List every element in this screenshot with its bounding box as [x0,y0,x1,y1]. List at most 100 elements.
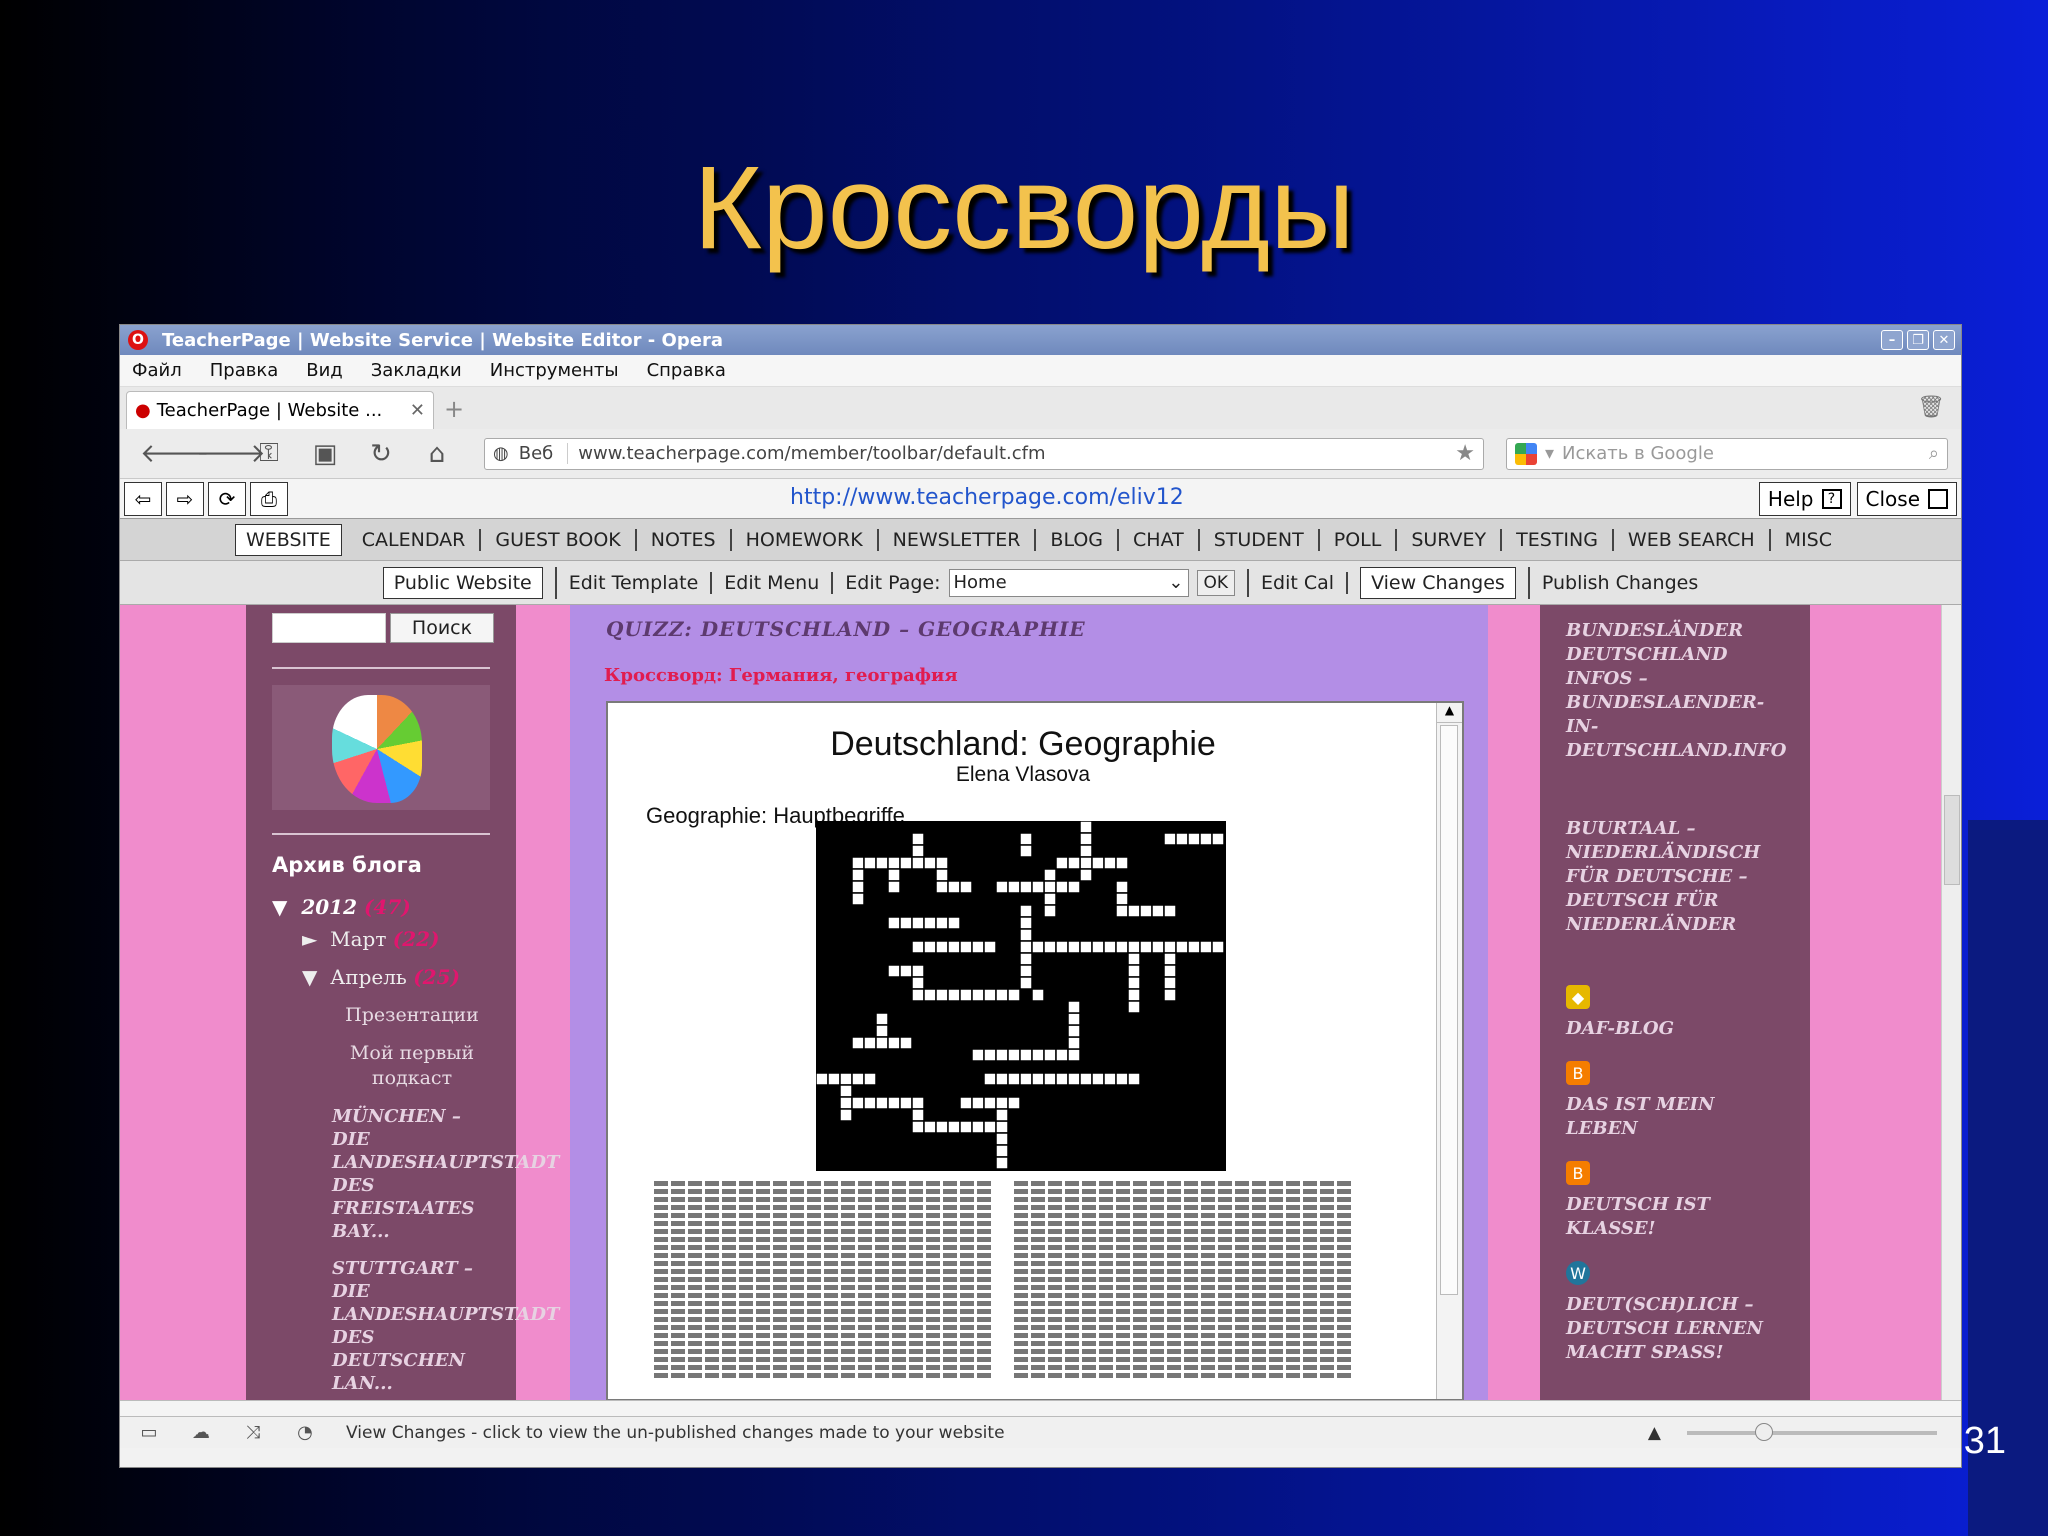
home-icon[interactable]: ⌂ [420,439,454,469]
collapse-icon[interactable]: ▼ [272,895,287,919]
nav-website[interactable]: WEBSITE [234,523,342,556]
ok-button[interactable]: OK [1196,569,1236,596]
maximize-button[interactable]: ❐ [1907,330,1929,350]
star-icon[interactable]: ★ [1455,441,1475,466]
post-link[interactable]: Мой первый подкаст [332,1041,492,1091]
nav-student[interactable]: STUDENT [1200,528,1320,551]
share-icon[interactable]: ⤨ [242,1422,264,1443]
nav-newsletter[interactable]: NEWSLETTER [879,528,1037,551]
blog-search-button[interactable]: Поиск [390,613,494,643]
nav-notes[interactable]: NOTES [637,528,732,551]
address-url[interactable]: www.teacherpage.com/member/toolbar/defau… [578,443,1045,464]
right-sidebar: BUNDESLÄNDER DEUTSCHLAND INFOS – BUNDESL… [1540,605,1810,1400]
new-tab-button[interactable]: + [444,395,464,423]
menu-help[interactable]: Справка [647,360,726,381]
post-title[interactable]: QUIZZ: DEUTSCHLAND – GEOGRAPHIE [606,617,1086,641]
post-link[interactable]: STUTTGART – DIE LANDESHAUPTSTADT DES DEU… [332,1257,559,1395]
page-scroll-thumb[interactable] [1944,795,1960,885]
zoom-control: ▲ [1648,1422,1961,1443]
back-icon[interactable]: 🡐 [140,438,210,469]
search-placeholder: Искать в Google [1562,443,1714,464]
edit-bar: Public Website Edit Template Edit Menu E… [120,561,1961,605]
edit-template-button[interactable]: Edit Template [557,571,713,594]
view-changes-button[interactable]: View Changes [1360,566,1516,599]
forward-icon[interactable]: 🡒 [196,438,266,469]
help-button[interactable]: Help ? [1758,482,1851,516]
tp-refresh-icon[interactable]: ⟳ [208,481,246,516]
tab-close-icon[interactable]: ✕ [410,400,425,421]
apple-icon: ● [135,400,151,421]
slide-title: Кроссворды [693,142,1355,274]
reload-icon[interactable]: ↻ [364,439,398,469]
close-button[interactable]: Close [1856,482,1957,516]
key-icon[interactable]: ⚿ [252,438,286,469]
nav-chat[interactable]: CHAT [1119,528,1200,551]
embedded-crossword-document[interactable]: Deutschland: Geographie Elena Vlasova Ge… [606,701,1464,1400]
blog-link[interactable]: BUNDESLÄNDER DEUTSCHLAND INFOS – BUNDESL… [1566,619,1786,763]
nav-survey[interactable]: SURVEY [1397,528,1503,551]
month-label: Апрель [330,965,407,989]
panel-icon[interactable]: ▭ [138,1422,160,1443]
doc-title: Deutschland: Geographie [830,725,1216,763]
search-field[interactable]: ▾ Искать в Google ⌕ [1506,437,1948,470]
edit-menu-button[interactable]: Edit Menu [712,571,834,594]
trash-icon[interactable]: 🗑 [1917,395,1945,420]
search-icon[interactable]: ⌕ [1929,443,1939,464]
page-scrollbar[interactable] [1941,605,1961,1400]
menu-file[interactable]: Файл [132,360,182,381]
post-link[interactable]: MÜNCHEN – DIE LANDESHAUPTSTADT DES FREIS… [332,1105,559,1243]
menu-tools[interactable]: Инструменты [490,360,619,381]
menu-bookmarks[interactable]: Закладки [371,360,462,381]
tab-teacherpage[interactable]: ● TeacherPage | Website ... ✕ [126,391,434,429]
zoom-slider-knob[interactable] [1755,1422,1773,1441]
doc-scroll-thumb[interactable] [1440,725,1458,1295]
month-count: (25) [413,965,460,989]
germany-map-image [272,685,490,810]
blog-link[interactable]: DEUTSCH IST KLASSE! [1566,1193,1766,1241]
nav-poll[interactable]: POLL [1320,528,1398,551]
expand-icon[interactable]: ► [302,927,317,951]
horizontal-scrollbar[interactable] [120,1400,1961,1416]
nav-homework[interactable]: HOMEWORK [732,528,879,551]
menu-edit[interactable]: Правка [210,360,279,381]
scroll-up-icon[interactable]: ▲ [1437,703,1462,723]
square-icon [1928,489,1948,509]
save-icon[interactable]: ▣ [308,439,342,469]
post-link[interactable]: Презентации [332,1003,492,1028]
edit-page-select[interactable]: Home ⌄ [948,568,1189,597]
edit-cal-button[interactable]: Edit Cal [1249,571,1349,594]
publish-changes-button[interactable]: Publish Changes [1530,572,1710,594]
nav-blog[interactable]: BLOG [1036,528,1120,551]
search-dropdown-icon[interactable]: ▾ [1545,443,1554,464]
edit-page-value: Home [953,571,1007,593]
cloud-icon[interactable]: ☁ [190,1422,212,1443]
menu-view[interactable]: Вид [306,360,343,381]
archive-year[interactable]: ▼ 2012 (47) [272,895,411,919]
tp-site-url[interactable]: http://www.teacherpage.com/eliv12 [790,485,1184,510]
blog-link[interactable]: DAF-BLOG [1566,1017,1766,1041]
close-window-button[interactable]: ✕ [1933,330,1955,350]
archive-month-april[interactable]: ▼ Апрель (25) [302,965,460,989]
doc-scrollbar[interactable]: ▲ [1436,703,1462,1399]
blog-link[interactable]: BUURTAAL – NIEDERLÄNDISCH FÜR DEUTSCHE –… [1566,817,1766,937]
speed-icon[interactable]: ◔ [294,1422,316,1443]
blog-link[interactable]: DAS IST MEIN LEBEN [1566,1093,1766,1141]
archive-month-march[interactable]: ► Март (22) [302,927,440,951]
public-website-button[interactable]: Public Website [382,566,543,599]
minimize-button[interactable]: – [1881,330,1903,350]
tp-print-icon[interactable]: ⎙ [250,481,288,516]
google-icon [1515,442,1537,465]
nav-testing[interactable]: TESTING [1502,528,1614,551]
tp-forward-icon[interactable]: ⇨ [166,481,204,516]
zoom-up-icon[interactable]: ▲ [1648,1423,1661,1443]
nav-guest-book[interactable]: GUEST BOOK [481,528,637,551]
nav-misc[interactable]: MISC [1771,529,1846,551]
tp-back-icon[interactable]: ⇦ [124,481,162,516]
zoom-slider[interactable] [1687,1422,1937,1441]
nav-calendar[interactable]: CALENDAR [348,528,482,551]
blog-search-input[interactable] [272,613,386,643]
collapse-icon[interactable]: ▼ [302,965,317,989]
blog-link[interactable]: DEUT(SCH)LICH – DEUTSCH LERNEN MACHT SPA… [1566,1293,1766,1365]
nav-web-search[interactable]: WEB SEARCH [1614,528,1771,551]
address-bar[interactable]: ◍ Веб www.teacherpage.com/member/toolbar… [484,437,1484,470]
